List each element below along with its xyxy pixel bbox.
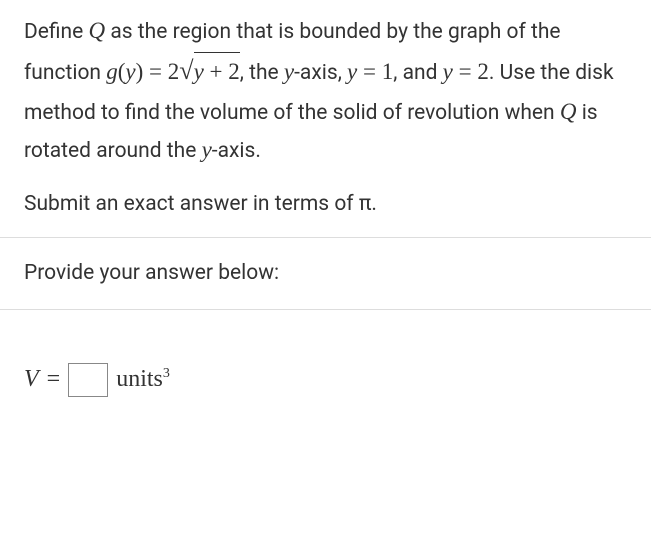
text-segment: , and [393,61,442,85]
problem-statement: Define Q as the region that is bounded b… [24,12,621,169]
variable-y: y [347,59,357,84]
text-segment: , the [240,61,284,85]
sqrt-radicand: y + 2 [194,52,240,91]
equals: = [357,59,381,84]
instruction-text: Submit an exact answer in terms of π. [24,187,621,222]
text-segment: Submit an exact answer in terms of [24,192,359,216]
text-segment: -axis. [212,139,261,163]
equals: = [453,59,477,84]
units-text: units [116,366,163,392]
text-segment: Define [24,20,89,44]
coefficient-2: 2 [168,59,180,84]
variable-Q: Q [89,18,106,43]
answer-prompt-section: Provide your answer below: [24,238,621,309]
equals: = [143,59,167,84]
variable-y: y [125,59,135,84]
plus: + [204,59,228,84]
variable-V: V [24,360,39,400]
answer-row: V = units3 [24,360,621,400]
pi-symbol: π [359,192,372,216]
function-g: g [106,59,118,84]
sqrt-radical-icon: √ [179,56,193,85]
variable-y: y [284,59,294,84]
variable-y: y [443,59,453,84]
variable-Q: Q [560,99,577,124]
answer-prompt-label: Provide your answer below: [24,261,279,285]
text-segment: . [371,192,377,216]
sqrt-expression: √y + 2 [179,50,239,93]
answer-input[interactable] [68,363,108,397]
constant-2: 2 [477,59,489,84]
units-label: units3 [116,360,170,400]
constant-1: 1 [382,59,394,84]
variable-y: y [194,59,204,84]
text-segment: -axis, [294,61,347,85]
variable-y: y [202,137,212,162]
divider [0,309,651,310]
equals: = [47,360,61,400]
constant-2: 2 [228,59,240,84]
units-exponent: 3 [163,366,170,381]
